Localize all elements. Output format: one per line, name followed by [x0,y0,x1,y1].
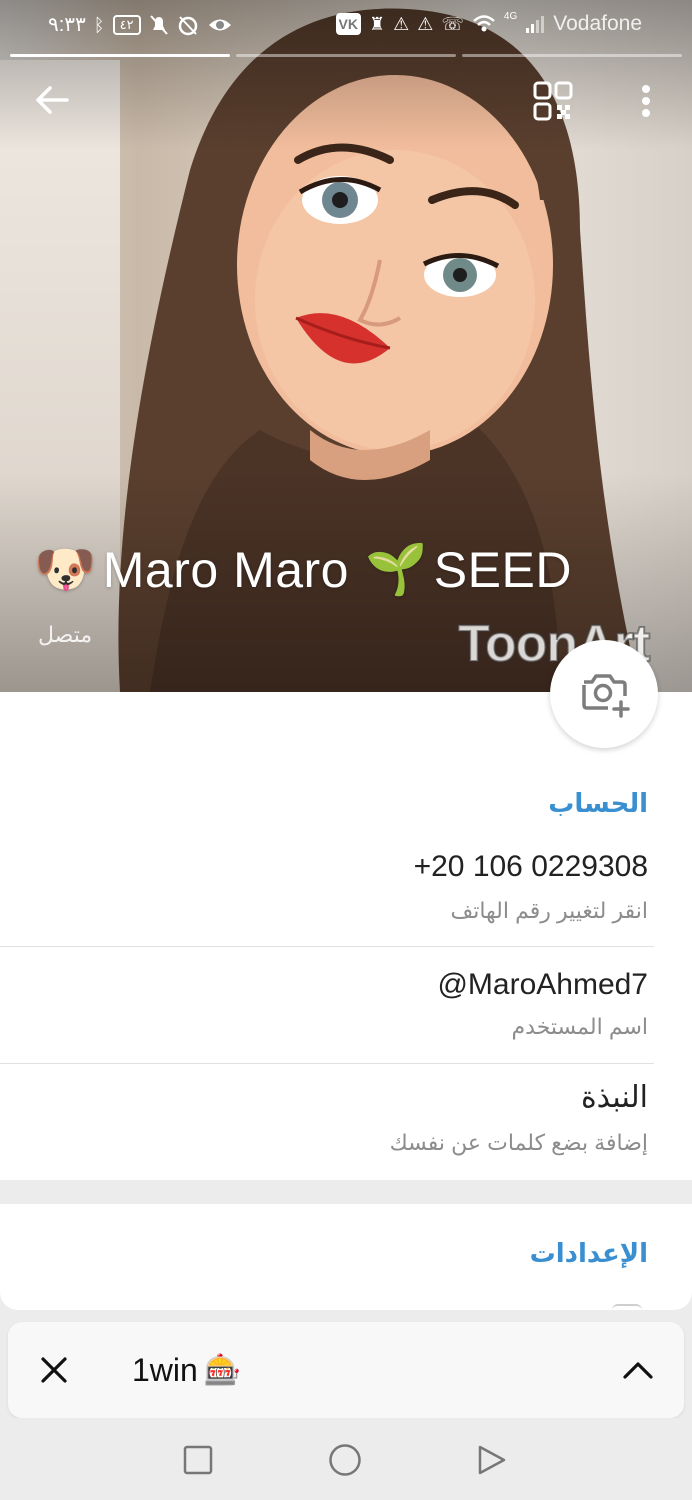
banner-title: 1win 🎰 [132,1352,241,1389]
home-circle-icon [329,1444,361,1476]
story-segment [236,54,456,57]
alarm-off-icon [178,15,197,35]
bell-off-icon [149,14,168,35]
qr-code-button[interactable] [528,76,578,126]
keyhole-icon: ♜ [368,14,386,34]
bio-title: النبذة [580,1081,648,1114]
signal-icon [526,16,545,33]
recents-square-icon [183,1445,213,1475]
phone-number: +20 106 0229308 [413,850,648,883]
arrow-left-icon [36,86,69,114]
home-button[interactable] [325,1440,365,1480]
settings-card: الإعدادات [0,1204,692,1310]
carrier-name: Vodafone [553,12,642,35]
online-status: متصل [38,622,93,647]
username: @MaroAhmed7 [437,968,648,1001]
more-options-button[interactable] [626,76,666,126]
profile-name-badge: SEED [433,541,572,598]
warning-icon-2: ⚠ [417,14,434,34]
close-banner-button[interactable] [32,1348,76,1392]
more-vertical-icon [642,85,650,117]
back-nav-button[interactable] [472,1440,512,1480]
missed-call-icon: ☏ [441,14,464,34]
profile-name: 🐶 Maro Maro 🌱 SEED [34,540,572,599]
divider [0,946,654,947]
story-segment [462,54,682,57]
app-banner[interactable]: 1win 🎰 [8,1322,684,1418]
eye-icon [208,19,231,30]
status-bar: ٩:٣٣ ᛒ ٤٢ VK ♜ ⚠ ⚠ ☏ 4G Vodafone [0,0,692,50]
network-type: 4G [503,10,518,22]
bio-hint: إضافة بضع كلمات عن نفسك [389,1130,648,1155]
account-section-title: الحساب [548,788,648,818]
username-label: اسم المستخدم [511,1014,648,1039]
warning-icon: ⚠ [393,14,410,34]
status-time: ٩:٣٣ [48,14,86,36]
seedling-emoji-icon: 🌱 [365,541,428,597]
banner-title-text: 1win [132,1352,198,1388]
profile-photo-header[interactable]: ٩:٣٣ ᛒ ٤٢ VK ♜ ⚠ ⚠ ☏ 4G Vodafone 🐶 Maro … [0,0,692,692]
slot-machine-emoji-icon: 🎰 [203,1354,242,1387]
phone-hint: انقر لتغيير رقم الهاتف [450,898,648,923]
profile-name-text: Maro Maro [102,541,349,598]
system-nav-bar [0,1418,692,1500]
chevron-up-icon [623,1362,653,1379]
battery-icon: ٤٢ [112,14,141,35]
close-icon [41,1357,67,1383]
vk-icon: VK [335,13,361,35]
dog-emoji-icon: 🐶 [34,541,97,597]
camera-add-icon [582,674,630,718]
back-triangle-icon [478,1445,506,1475]
recents-button[interactable] [178,1440,218,1480]
qr-code-icon [533,81,573,121]
divider [0,1063,654,1064]
bluetooth-icon: ᛒ [93,14,105,35]
account-card: الحساب +20 106 0229308 انقر لتغيير رقم ا… [0,692,692,1180]
story-progress [10,54,682,58]
story-segment [10,54,230,57]
settings-section-title: الإعدادات [529,1238,648,1268]
wifi-icon [473,15,495,32]
set-photo-button[interactable] [550,640,658,748]
settings-item-icon [612,1304,642,1310]
expand-banner-button[interactable] [616,1348,660,1392]
back-button[interactable] [28,78,76,122]
